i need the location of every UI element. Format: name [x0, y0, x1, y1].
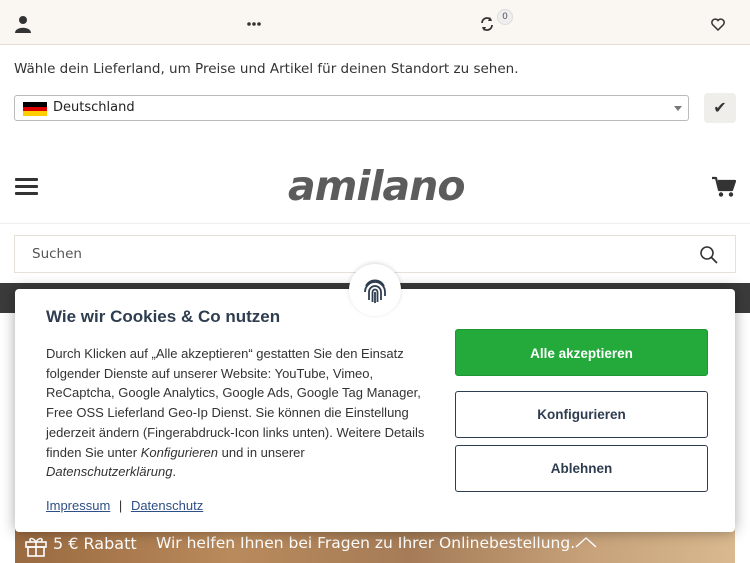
- cookie-title: Wie wir Cookies & Co nutzen: [46, 307, 281, 326]
- site-header: amilano: [0, 140, 750, 224]
- heart-icon[interactable]: [708, 14, 728, 34]
- datenschutz-link[interactable]: Datenschutz: [131, 498, 203, 513]
- cookie-body-datenschutzerklaerung: Datenschutzerklärung: [46, 464, 173, 480]
- impressum-link[interactable]: Impressum: [46, 498, 110, 513]
- cookie-body-mid: und in unserer: [218, 444, 305, 460]
- cookie-links: Impressum | Datenschutz: [46, 498, 203, 513]
- country-prompt: Wähle dein Lieferland, um Preise und Art…: [14, 61, 519, 77]
- top-utility-bar: 0: [0, 0, 750, 45]
- help-text: Wir helfen Ihnen bei Fragen zu Ihrer Onl…: [156, 534, 576, 552]
- accept-all-button[interactable]: Alle akzeptieren: [455, 329, 708, 376]
- promo-banner: 5 € Rabatt Wir helfen Ihnen bei Fragen z…: [15, 528, 735, 563]
- chevron-down-icon: [674, 106, 682, 111]
- cookie-body: Durch Klicken auf „Alle akzeptieren“ ges…: [46, 344, 431, 482]
- gift-icon: [24, 533, 48, 557]
- compare-count-badge: 0: [497, 9, 513, 25]
- country-select[interactable]: Deutschland: [14, 95, 689, 121]
- cookie-consent-dialog: Wie wir Cookies & Co nutzen Durch Klicke…: [15, 289, 735, 532]
- search-icon[interactable]: [699, 245, 719, 265]
- link-separator: |: [118, 498, 123, 513]
- reject-button[interactable]: Ablehnen: [455, 445, 708, 492]
- cart-icon[interactable]: [712, 176, 737, 198]
- site-logo[interactable]: amilano: [288, 162, 466, 210]
- confirm-country-button[interactable]: ✔: [704, 93, 736, 123]
- menu-icon[interactable]: [15, 178, 38, 195]
- discount-text[interactable]: 5 € Rabatt: [53, 534, 137, 553]
- chevron-up-icon[interactable]: [575, 534, 597, 548]
- configure-button[interactable]: Konfigurieren: [455, 391, 708, 438]
- fingerprint-icon[interactable]: [349, 264, 401, 316]
- cookie-body-text: Durch Klicken auf „Alle akzeptieren“ ges…: [46, 346, 425, 460]
- more-icon[interactable]: [244, 14, 264, 34]
- cookie-body-end: .: [172, 464, 177, 480]
- country-select-value: Deutschland: [53, 100, 135, 115]
- search-input[interactable]: Suchen: [32, 246, 82, 262]
- user-icon[interactable]: [13, 14, 33, 34]
- germany-flag-icon: [23, 102, 47, 116]
- cookie-body-konfigurieren: Konfigurieren: [140, 444, 219, 460]
- compare-icon[interactable]: [477, 14, 497, 34]
